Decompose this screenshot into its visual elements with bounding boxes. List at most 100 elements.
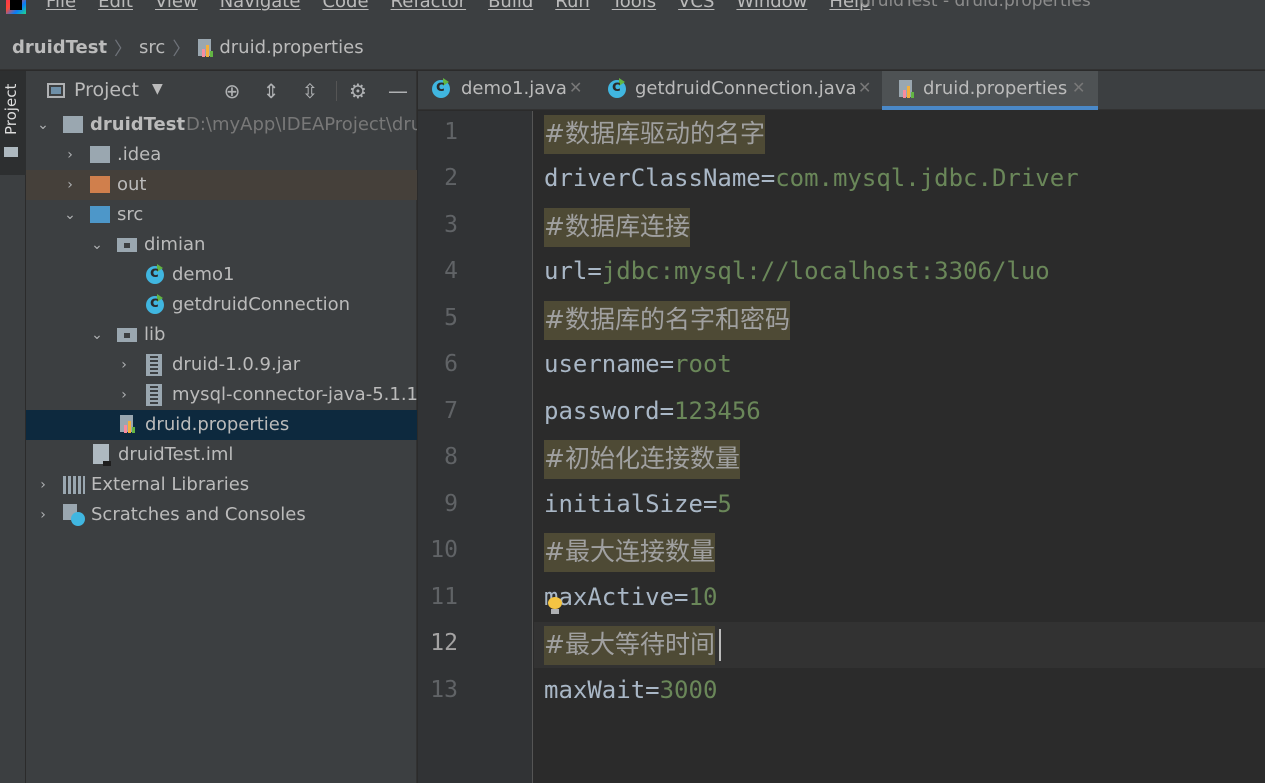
line-number: 6 — [444, 351, 458, 377]
code-line-4[interactable]: url=jdbc:mysql://localhost:3306/luo — [544, 257, 1050, 303]
code-line-13[interactable]: maxWait=3000 — [544, 676, 717, 722]
breadcrumb-file[interactable]: druid.properties — [219, 37, 363, 58]
folder-icon — [4, 147, 18, 157]
menu-window[interactable]: Window — [736, 0, 807, 12]
tree-node-label: mysql-connector-java-5.1.18 — [172, 384, 417, 405]
lightbulb-icon[interactable] — [548, 597, 562, 614]
tree-node-src[interactable]: ⌄ src — [26, 200, 417, 230]
chevron-right-icon[interactable]: › — [117, 387, 131, 403]
locate-crosshair-icon[interactable]: ⊕ — [220, 79, 244, 103]
close-icon[interactable]: ✕ — [1072, 78, 1085, 97]
chevron-down-icon[interactable]: ⌄ — [36, 117, 50, 133]
comment-text: #初始化连接数量 — [544, 440, 740, 479]
code-line-8[interactable]: #初始化连接数量 — [544, 439, 740, 485]
chevron-down-icon[interactable]: ▼ — [152, 81, 163, 97]
java-class-icon — [146, 293, 164, 314]
breadcrumb-folder[interactable]: src — [139, 37, 165, 58]
chevron-right-icon[interactable]: › — [36, 507, 50, 523]
tool-window-project-button[interactable]: Project — [0, 71, 26, 175]
code-line-11[interactable]: maxActive=10 — [544, 583, 717, 629]
module-folder-icon — [63, 116, 83, 133]
tree-node-dimian[interactable]: ⌄ dimian — [26, 230, 417, 260]
line-number-gutter: 1 2 3 4 5 6 7 8 9 10 11 12 13 — [418, 111, 533, 783]
comment-text: #数据库连接 — [544, 208, 690, 247]
code-line-12[interactable]: #最大等待时间 — [544, 625, 715, 671]
code-line-3[interactable]: #数据库连接 — [544, 207, 690, 253]
chevron-down-icon[interactable]: ⌄ — [90, 237, 104, 253]
tree-node-label: druid-1.0.9.jar — [172, 354, 301, 375]
menu-navigate[interactable]: Navigate — [220, 0, 301, 12]
menu-file[interactable]: File — [46, 0, 76, 12]
code-line-7[interactable]: password=123456 — [544, 397, 761, 443]
close-icon[interactable]: ✕ — [569, 78, 582, 97]
chevron-down-icon[interactable]: ⌄ — [63, 207, 77, 223]
menu-edit[interactable]: Edit — [98, 0, 133, 12]
menu-tools[interactable]: Tools — [612, 0, 656, 12]
chevron-right-icon[interactable]: › — [117, 357, 131, 373]
collapse-all-icon[interactable]: ⇳ — [298, 79, 322, 103]
tree-node-external-libraries[interactable]: › External Libraries — [26, 470, 417, 500]
close-icon[interactable]: ✕ — [858, 78, 871, 97]
tree-node-scratches[interactable]: › Scratches and Consoles — [26, 500, 417, 530]
line-number: 10 — [430, 537, 458, 563]
code-line-9[interactable]: initialSize=5 — [544, 490, 732, 536]
chevron-down-icon[interactable]: ⌄ — [90, 327, 104, 343]
equals-sign: = — [702, 490, 718, 518]
java-class-icon — [608, 77, 626, 98]
tree-node-getdruidconnection[interactable]: getdruidConnection — [26, 290, 417, 320]
project-panel-header: Project ▼ ⊕ ⇕ ⇳ ⚙ — — [26, 71, 417, 109]
tree-node-mysql-jar[interactable]: › mysql-connector-java-5.1.18 — [26, 380, 417, 410]
line-number: 4 — [444, 258, 458, 284]
comment-text: #数据库驱动的名字 — [544, 115, 765, 154]
chevron-right-icon[interactable]: › — [63, 147, 77, 163]
chevron-right-icon[interactable]: › — [63, 177, 77, 193]
menu-view[interactable]: View — [155, 0, 198, 12]
tab-demo1[interactable]: demo1.java ✕ — [418, 71, 592, 110]
jar-icon — [146, 354, 162, 376]
expand-all-icon[interactable]: ⇕ — [259, 79, 283, 103]
tree-node-demo1[interactable]: demo1 — [26, 260, 417, 290]
code-line-10[interactable]: #最大连接数量 — [544, 532, 715, 578]
tree-node-path: D:\myApp\IDEAProject\dru — [186, 114, 417, 135]
breadcrumb-separator-icon: 〉 — [172, 38, 191, 60]
java-class-icon — [146, 263, 164, 284]
tree-node-idea[interactable]: › .idea — [26, 140, 417, 170]
menu-vcs[interactable]: VCS — [678, 0, 714, 12]
tree-node-druid-jar[interactable]: › druid-1.0.9.jar — [26, 350, 417, 380]
property-key: url — [544, 257, 588, 285]
code-line-1[interactable]: #数据库驱动的名字 — [544, 114, 765, 160]
tree-node-out[interactable]: › out — [26, 170, 417, 200]
project-view-selector[interactable]: Project — [74, 79, 139, 101]
tree-node-druidtest[interactable]: ⌄ druidTest D:\myApp\IDEAProject\dru — [26, 110, 417, 140]
property-value: 5 — [717, 490, 732, 518]
equals-sign: = — [760, 164, 776, 192]
property-value: 123456 — [674, 397, 761, 425]
hide-panel-icon[interactable]: — — [386, 79, 410, 103]
tab-label: demo1.java — [461, 78, 567, 99]
breadcrumb-project[interactable]: druidTest — [12, 37, 107, 58]
menu-items: File Edit View Navigate Code Refactor Bu… — [46, 0, 892, 12]
comment-text: #最大等待时间 — [544, 626, 715, 665]
code-line-5[interactable]: #数据库的名字和密码 — [544, 300, 790, 346]
menu-build[interactable]: Build — [488, 0, 533, 12]
java-class-icon — [432, 77, 450, 98]
tab-getdruidconnection[interactable]: getdruidConnection.java ✕ — [592, 71, 882, 110]
menu-run[interactable]: Run — [555, 0, 590, 12]
chevron-right-icon[interactable]: › — [36, 477, 50, 493]
tree-node-lib[interactable]: ⌄ lib — [26, 320, 417, 350]
gear-icon[interactable]: ⚙ — [346, 79, 370, 103]
folder-icon — [90, 146, 110, 163]
menu-refactor[interactable]: Refactor — [391, 0, 467, 12]
code-area[interactable]: #数据库驱动的名字 driverClassName=com.mysql.jdbc… — [534, 111, 1265, 783]
line-number: 13 — [430, 677, 458, 703]
tree-node-druid-properties[interactable]: druid.properties — [26, 410, 417, 440]
menu-bar: File Edit View Navigate Code Refactor Bu… — [0, 0, 1265, 26]
source-folder-icon — [90, 206, 110, 223]
code-line-6[interactable]: username=root — [544, 350, 732, 396]
tree-node-druidtest-iml[interactable]: druidTest.iml — [26, 440, 417, 470]
property-key: driverClassName — [544, 164, 761, 192]
code-line-2[interactable]: driverClassName=com.mysql.jdbc.Driver — [544, 164, 1079, 210]
iml-file-icon — [93, 444, 111, 466]
tab-druid-properties[interactable]: druid.properties ✕ — [882, 71, 1098, 110]
menu-code[interactable]: Code — [322, 0, 368, 12]
